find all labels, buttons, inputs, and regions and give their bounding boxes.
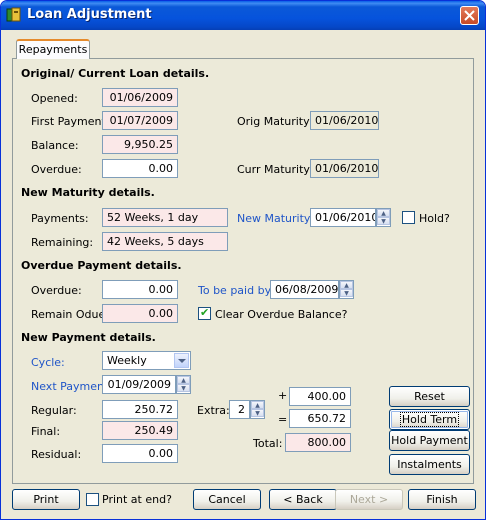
spin-down-icon[interactable]: ▼ [340,289,353,297]
paid-by-label[interactable]: To be paid by: [198,284,274,297]
hold-term-button[interactable]: Hold Term [389,409,470,430]
clear-overdue-checkbox[interactable] [198,306,211,320]
dialog-body: Repayments Original/ Current Loan detail… [4,30,482,516]
spin-up-icon[interactable]: ▲ [177,376,190,384]
paid-by-spinner[interactable]: ▲ ▼ [339,280,354,299]
total-field: 800.00 [285,433,351,452]
cycle-label[interactable]: Cycle: [31,356,65,369]
new-maturity-spinner[interactable]: ▲ ▼ [376,208,391,227]
paid-by-field[interactable]: 06/08/2009 [270,280,339,299]
new-maturity-heading: New Maturity details. [21,186,155,199]
hold-checkbox[interactable] [402,211,415,224]
new-payment-heading: New Payment details. [21,331,156,344]
spin-down-icon[interactable]: ▼ [251,409,264,417]
sum-field[interactable]: 650.72 [289,409,351,428]
new-maturity-label[interactable]: New Maturity: [237,212,313,225]
chevron-down-icon[interactable] [174,353,189,368]
balance-field: 9,950.25 [102,135,178,154]
title-bar[interactable]: Loan Adjustment [1,1,485,30]
residual-label: Residual: [31,448,82,461]
opened-field: 01/06/2009 [102,88,178,107]
spin-up-icon[interactable]: ▲ [251,401,264,409]
first-payment-field: 01/07/2009 [102,111,178,130]
next-button[interactable]: Next > [335,489,403,510]
balance-label: Balance: [31,139,79,152]
instalments-button[interactable]: Instalments [389,454,470,475]
curr-maturity-field: 01/06/2010 [310,159,379,178]
spin-down-icon[interactable]: ▼ [377,217,390,225]
original-heading: Original/ Current Loan details. [21,67,210,80]
cancel-button[interactable]: Cancel [193,489,261,510]
regular-label: Regular: [31,404,77,417]
new-maturity-field[interactable]: 01/06/2010 [310,208,376,227]
remaining-field: 42 Weeks, 5 days [102,232,228,251]
next-payment-field[interactable]: 01/09/2009 [102,375,176,394]
remain-odue-field: 0.00 [102,304,178,323]
next-payment-spinner[interactable]: ▲ ▼ [176,375,191,394]
repayments-panel: Original/ Current Loan details. Opened: … [12,58,474,484]
remain-odue-label: Remain Odue: [31,308,109,321]
loan-adjustment-window: Loan Adjustment Repayments Original/ Cur… [0,0,486,520]
extra-field[interactable]: 2 [229,400,250,419]
overdue-payment-field[interactable]: 0.00 [102,280,178,299]
tab-repayments[interactable]: Repayments [16,39,90,59]
spin-up-icon[interactable]: ▲ [377,209,390,217]
overdue-payment-heading: Overdue Payment details. [21,259,182,272]
extra-amount-field[interactable]: 400.00 [289,387,351,406]
print-button[interactable]: Print [12,489,80,510]
first-payment-label: First Payment: [31,115,110,128]
close-button[interactable] [460,6,479,25]
cycle-select[interactable]: Weekly [102,351,191,370]
overdue-label: Overdue: [31,163,82,176]
total-label: Total: [253,437,283,450]
extra-spinner[interactable]: ▲ ▼ [250,400,265,419]
hold-term-label: Hold Term [399,412,460,427]
extra-label: Extra: [197,404,230,417]
remaining-label: Remaining: [31,236,94,249]
payments-label: Payments: [31,212,89,225]
overdue-field[interactable]: 0.00 [102,159,178,178]
final-field: 250.49 [102,421,178,440]
orig-maturity-label: Orig Maturity: [237,115,313,128]
hold-payment-button[interactable]: Hold Payment [389,430,470,451]
payments-field: 52 Weeks, 1 day [102,208,228,227]
overdue-payment-label: Overdue: [31,284,82,297]
finish-button[interactable]: Finish [408,489,476,510]
spin-down-icon[interactable]: ▼ [177,384,190,392]
clear-overdue-label: Clear Overdue Balance? [215,308,348,321]
orig-maturity-field: 01/06/2010 [310,111,379,130]
close-icon [464,10,475,21]
back-button[interactable]: < Back [269,489,337,510]
reset-button[interactable]: Reset [389,386,470,407]
final-label: Final: [31,425,61,438]
plus-sign: + [278,389,288,402]
next-payment-label[interactable]: Next Payment: [31,380,112,393]
print-at-end-checkbox[interactable] [86,493,99,506]
curr-maturity-label: Curr Maturity: [237,163,313,176]
window-title: Loan Adjustment [27,7,152,22]
spin-up-icon[interactable]: ▲ [340,281,353,289]
regular-field[interactable]: 250.72 [102,400,178,419]
app-icon [6,7,21,22]
residual-field[interactable]: 0.00 [102,444,178,463]
hold-label: Hold? [419,212,450,225]
equals-sign: = [278,413,288,426]
cycle-value: Weekly [107,354,147,367]
opened-label: Opened: [31,92,78,105]
print-at-end-label: Print at end? [102,493,172,506]
